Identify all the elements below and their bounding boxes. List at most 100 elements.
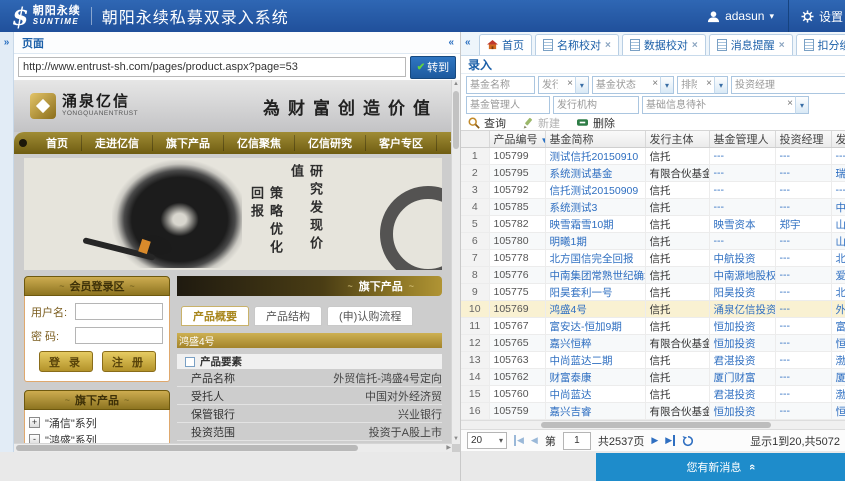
tree-toggle-icon[interactable]: +: [29, 417, 40, 428]
fund-name-link[interactable]: 北方国信完全回报: [550, 253, 634, 265]
fund-name-link[interactable]: 信托测试20150909: [550, 185, 639, 197]
pm-link[interactable]: ---: [780, 269, 791, 281]
fund-name-link[interactable]: 明曦1期: [550, 236, 587, 248]
scroll-up-icon[interactable]: ▲: [452, 80, 460, 89]
manager-link[interactable]: ---: [714, 150, 725, 162]
clear-icon[interactable]: ×: [706, 79, 712, 89]
issuer-link[interactable]: 爱建: [836, 270, 845, 282]
expand-left-icon[interactable]: »: [0, 37, 13, 48]
table-row[interactable]: 5 105782 映雪霜雪10期 信托 映雪资本 郑宇 山东: [461, 216, 845, 233]
site-tab[interactable]: 产品概要: [181, 306, 249, 326]
issuer-link[interactable]: 北方: [836, 253, 845, 265]
checkbox-icon[interactable]: [185, 357, 195, 367]
column-header-product-id[interactable]: 产品编号▼: [489, 131, 545, 148]
create-button[interactable]: 新建: [522, 115, 560, 131]
issuer-link[interactable]: 恒加: [836, 406, 845, 418]
collapse-right-panel-icon[interactable]: «: [465, 37, 471, 48]
clear-icon[interactable]: ×: [787, 99, 793, 109]
pm-link[interactable]: 郑宇: [780, 219, 801, 231]
site-nav-item[interactable]: 亿信研究: [295, 135, 366, 151]
iframe-horizontal-scrollbar[interactable]: ▶: [14, 443, 452, 452]
scroll-right-icon[interactable]: ▶: [446, 444, 451, 452]
table-row[interactable]: 7 105778 北方国信完全回报 信托 中航投资 --- 北方: [461, 250, 845, 267]
user-menu[interactable]: adasun ▾: [693, 9, 788, 23]
filter-input[interactable]: [466, 76, 535, 94]
first-page-button[interactable]: ◀: [514, 435, 524, 446]
pm-link[interactable]: ---: [780, 371, 791, 383]
workspace-tab[interactable]: 消息提醒 ×: [709, 34, 793, 55]
workspace-tab[interactable]: 名称校对 ×: [535, 34, 619, 55]
pm-link[interactable]: ---: [780, 388, 791, 400]
delete-button[interactable]: 删除: [576, 115, 615, 131]
table-row[interactable]: 4 105785 系统测试3 信托 --- --- 中信: [461, 199, 845, 216]
manager-link[interactable]: 阳昊投资: [714, 287, 756, 299]
filter-input[interactable]: [731, 76, 845, 94]
page-size-select[interactable]: 20 ▾: [467, 432, 507, 449]
manager-link[interactable]: 映雪资本: [714, 219, 756, 231]
fund-name-link[interactable]: 富安达-恒加9期: [550, 321, 622, 333]
fund-name-link[interactable]: 中南集团常熟世纪确城: [550, 270, 646, 282]
iframe-vertical-scrollbar[interactable]: ▲ ▼: [451, 80, 460, 444]
site-tab[interactable]: 产品结构: [254, 306, 322, 326]
workspace-tab[interactable]: 首页 ×: [479, 34, 532, 55]
manager-link[interactable]: 恒加投资: [714, 338, 756, 350]
next-page-button[interactable]: ▶: [651, 435, 658, 446]
manager-link[interactable]: 恒加投资: [714, 321, 756, 333]
pm-link[interactable]: ---: [780, 252, 791, 264]
site-nav-item[interactable]: 专业服务: [437, 135, 452, 151]
issuer-link[interactable]: 恒加: [836, 338, 845, 350]
table-row[interactable]: 2 105795 系统测试基金 有限合伙基金 --- --- 瑞银: [461, 165, 845, 182]
fund-name-link[interactable]: 中尚蓝达二期: [550, 355, 613, 367]
fund-name-link[interactable]: 映雪霜雪10期: [550, 219, 614, 231]
table-row[interactable]: 10 105769 鸿盛4号 信托 涌泉亿信投资 --- 外贸: [461, 301, 845, 318]
table-row[interactable]: 16 105759 嘉兴吉睿 有限合伙基金 恒加投资 --- 恒加: [461, 403, 845, 420]
fund-name-link[interactable]: 系统测试基金: [550, 168, 613, 180]
site-nav-item[interactable]: 旗下产品: [153, 135, 224, 151]
manager-link[interactable]: 君湛投资: [714, 355, 756, 367]
issuer-link[interactable]: 外贸: [836, 304, 845, 316]
dropdown-icon[interactable]: ▾: [575, 76, 589, 94]
manager-link[interactable]: ---: [714, 235, 725, 247]
table-row[interactable]: 6 105780 明曦1期 信托 --- --- 山东: [461, 233, 845, 250]
settings-button[interactable]: 设置: [789, 8, 845, 25]
manager-link[interactable]: 君湛投资: [714, 389, 756, 401]
site-nav-item[interactable]: 走进亿信: [82, 135, 153, 151]
pm-link[interactable]: ---: [780, 354, 791, 366]
column-header-issuer[interactable]: 发行机构: [831, 131, 845, 148]
table-row[interactable]: 14 105762 财富泰康 信托 厦门财富 --- 厦门: [461, 369, 845, 386]
collapse-left-panel-icon[interactable]: «: [448, 37, 454, 48]
fund-name-link[interactable]: 财富泰康: [550, 372, 592, 384]
scrollbar-thumb[interactable]: [453, 91, 459, 149]
column-header-pm[interactable]: 投资经理: [775, 131, 831, 148]
table-row[interactable]: 11 105767 富安达-恒加9期 信托 恒加投资 --- 富安达: [461, 318, 845, 335]
site-nav-item[interactable]: 客户专区: [366, 135, 437, 151]
table-row[interactable]: 15 105760 中尚蓝达 信托 君湛投资 --- 渤海: [461, 386, 845, 403]
tree-item[interactable]: + "涌信"系列: [27, 414, 167, 431]
fund-name-link[interactable]: 中尚蓝达: [550, 389, 592, 401]
fund-name-link[interactable]: 嘉兴恒粹: [550, 338, 592, 350]
table-row[interactable]: 1 105799 测试信托20150910 信托 --- --- ---: [461, 148, 845, 165]
password-field[interactable]: [75, 327, 163, 344]
filter-input[interactable]: [466, 96, 550, 114]
username-field[interactable]: [75, 303, 163, 320]
page-number-input[interactable]: [563, 432, 591, 450]
site-tab[interactable]: (申)认购流程: [327, 306, 413, 326]
last-page-button[interactable]: ▶: [665, 435, 675, 446]
pm-link[interactable]: ---: [780, 150, 791, 162]
issuer-link[interactable]: 富安达: [836, 321, 845, 333]
issuer-link[interactable]: ---: [836, 150, 845, 162]
table-row[interactable]: 3 105792 信托测试20150909 信托 --- --- ---: [461, 182, 845, 199]
site-nav-item[interactable]: 亿信聚焦: [224, 135, 295, 151]
issuer-link[interactable]: 山东: [836, 219, 845, 231]
manager-link[interactable]: 厦门财富: [714, 372, 756, 384]
site-logo[interactable]: 涌泉亿信 YONGQUANENTRUST: [30, 93, 138, 119]
column-header-entity[interactable]: 发行主体: [645, 131, 709, 148]
fund-name-link[interactable]: 系统测试3: [550, 202, 598, 214]
manager-link[interactable]: ---: [714, 184, 725, 196]
clear-icon[interactable]: ×: [567, 79, 573, 89]
pm-link[interactable]: ---: [780, 405, 791, 417]
manager-link[interactable]: 恒加投资: [714, 406, 756, 418]
table-row[interactable]: 9 105775 阳昊套利一号 信托 阳昊投资 --- 北方: [461, 284, 845, 301]
dropdown-icon[interactable]: ▾: [714, 76, 728, 94]
column-header-manager[interactable]: 基金管理人: [709, 131, 775, 148]
